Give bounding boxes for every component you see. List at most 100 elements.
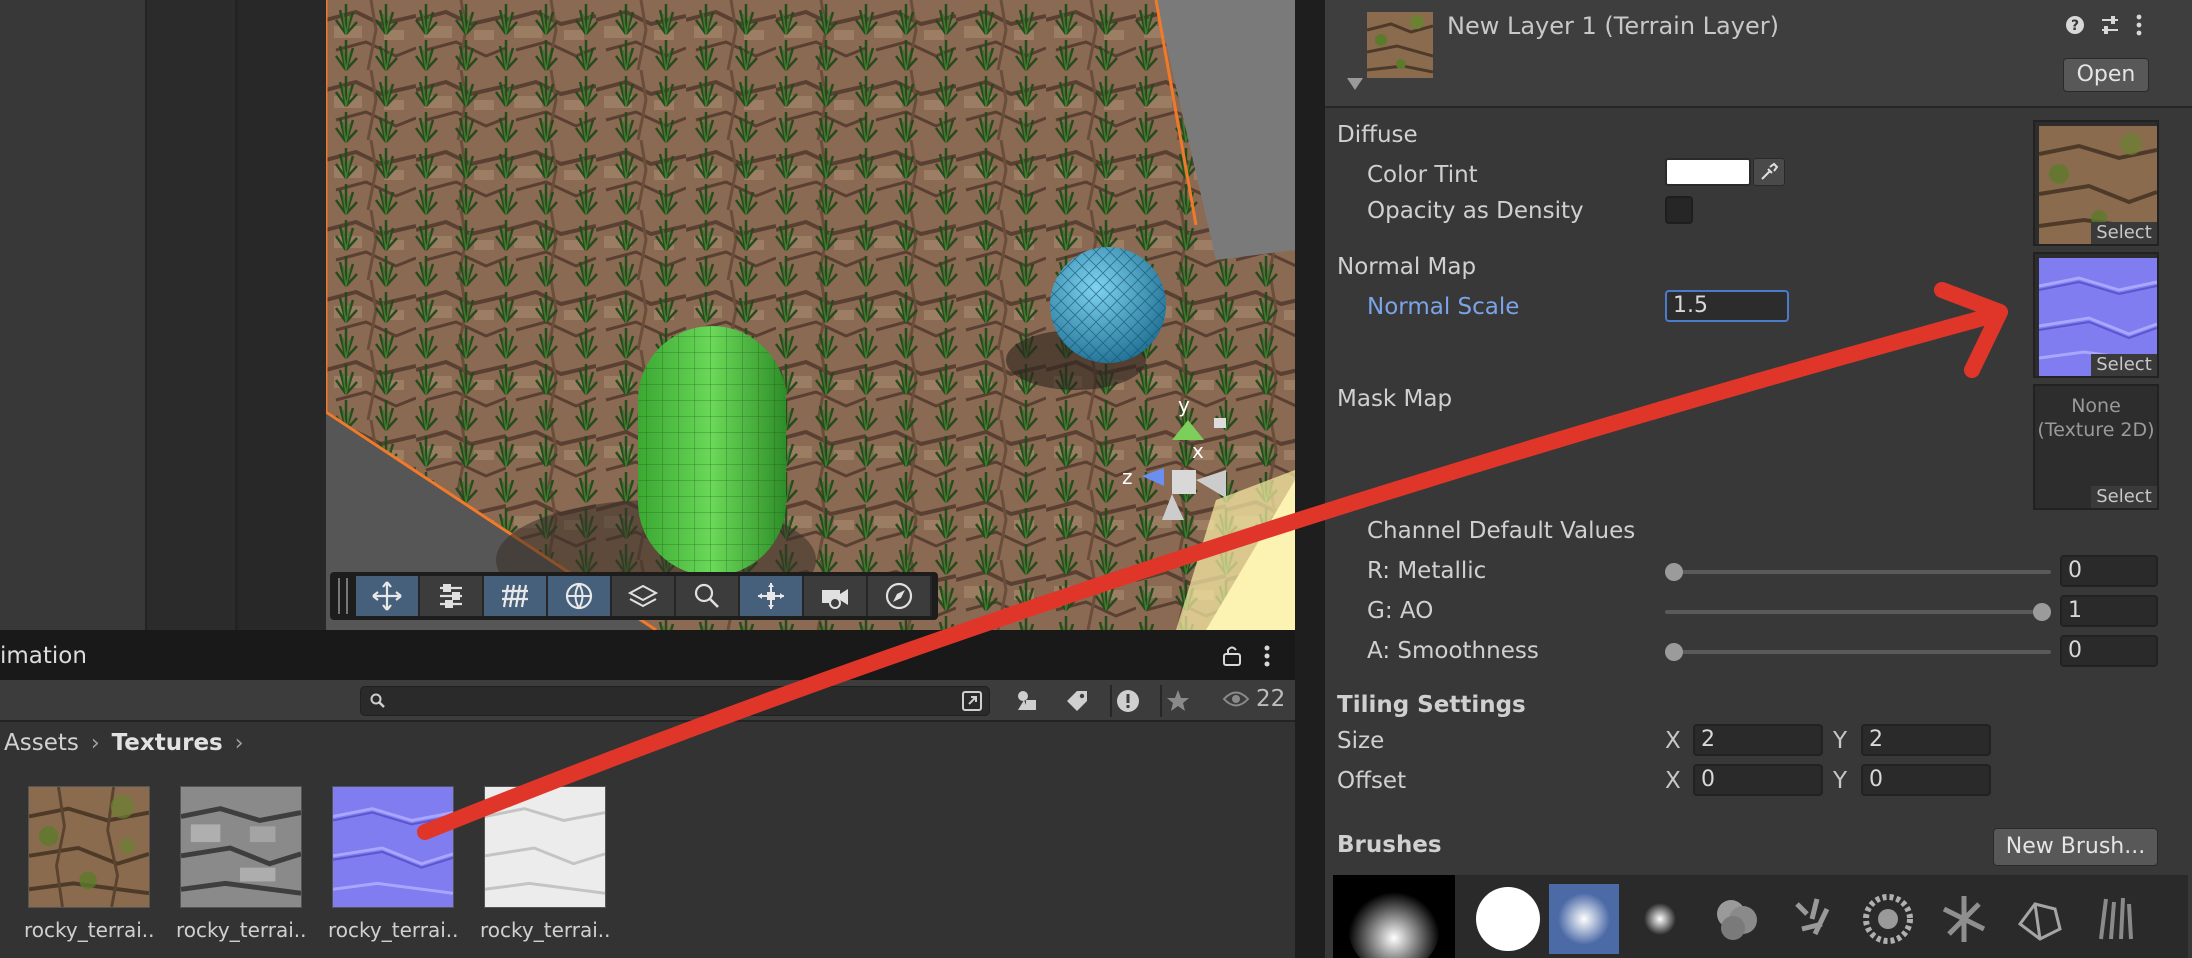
size-x-input[interactable]: 2 [1693,724,1823,756]
eyedropper-button[interactable] [1753,158,1785,186]
toolbar-grip-handle[interactable] [338,578,348,614]
offset-y-input[interactable]: 0 [1861,764,1991,796]
grass-detail-icon [502,584,528,608]
favorites-button[interactable] [1160,685,1194,717]
size-y-input[interactable]: 2 [1861,724,1991,756]
console-errors-button[interactable] [1110,685,1144,717]
globe-icon [565,582,593,610]
mask-none-label: None (Texture 2D) [2035,394,2157,442]
visible-count: 22 [1256,686,1286,712]
brush-cloud[interactable] [1701,884,1771,954]
collapse-arrow-icon[interactable] [1347,78,1363,90]
asset-item[interactable]: rocky_terrai... [24,786,154,942]
normal-map-section-label: Normal Map [1337,254,1477,280]
sliders-icon [440,584,462,608]
breadcrumb-textures[interactable]: Textures [112,730,223,756]
project-search-input[interactable] [360,686,990,716]
scene-render: y z x [326,0,1295,630]
diffuse-texture-slot[interactable]: Select [2033,120,2159,246]
paint-texture-button[interactable] [548,576,612,616]
chevron-right-icon: › [234,730,244,756]
open-button[interactable]: Open [2063,58,2149,92]
mask-texture-slot[interactable]: None (Texture 2D) Select [2033,384,2159,510]
transform-gizmo-button[interactable] [740,576,804,616]
diffuse-select-button[interactable]: Select [2091,222,2157,244]
texture-type-text: (Texture 2D) [2037,419,2155,441]
normal-scale-input[interactable]: 1.5 [1665,290,1789,322]
camera-icon [822,589,848,609]
filter-by-label-button[interactable] [1060,685,1094,717]
normal-texture-thumbnail [332,786,454,908]
asset-item[interactable]: rocky_terrai... [480,786,610,942]
brush-web[interactable] [2005,884,2075,954]
metallic-input[interactable]: 0 [2060,555,2158,587]
ao-slider[interactable] [1665,610,2051,614]
crosshair-icon [758,583,784,609]
layer-thumbnail [1367,12,1433,78]
smoothness-input[interactable]: 0 [2060,635,2158,667]
diffuse-section-label: Diffuse [1337,122,1418,148]
size-y-label: Y [1833,728,1848,754]
mask-map-section-label: Mask Map [1337,386,1453,412]
normal-texture-slot[interactable]: Select [2033,252,2159,378]
open-search-window-icon[interactable] [961,690,983,712]
asset-item[interactable]: rocky_terrai... [328,786,458,942]
smoothness-slider[interactable] [1665,650,2051,654]
more-options-icon[interactable] [1262,644,1272,668]
metallic-slider-knob[interactable] [1665,563,1683,581]
shapes-icon [1018,691,1036,710]
asset-label: rocky_terrai... [176,918,306,942]
brush-soft-round-selected[interactable] [1549,884,1619,954]
layers-button[interactable] [612,576,676,616]
new-brush-button[interactable]: New Brush... [1993,828,2158,866]
asset-label: rocky_terrai... [480,918,610,942]
camera-button[interactable] [804,576,868,616]
gizmo-z-label: z [1122,465,1133,489]
brush-noise[interactable] [1853,884,1923,954]
breadcrumb-assets[interactable]: Assets [4,730,79,756]
color-tint-swatch[interactable] [1665,158,1751,186]
lock-icon[interactable] [1222,644,1242,666]
color-tint-label: Color Tint [1367,162,1478,188]
size-x-label: X [1665,728,1681,754]
smoothness-label: A: Smoothness [1367,638,1539,664]
search-tool-button[interactable] [676,576,740,616]
normal-scale-label: Normal Scale [1367,294,1520,320]
opacity-density-label: Opacity as Density [1367,198,1584,224]
scene-view[interactable]: y z x [326,0,1295,630]
normal-select-button[interactable]: Select [2091,354,2157,376]
opacity-density-checkbox[interactable] [1665,196,1693,224]
paint-details-button[interactable] [484,576,548,616]
brush-splatter[interactable] [1929,884,1999,954]
magnifier-icon [694,583,719,608]
tag-icon [1067,691,1087,711]
more-options-icon[interactable] [2135,14,2143,36]
mask-select-button[interactable]: Select [2091,486,2157,508]
svg-text:?: ? [2071,18,2079,34]
ao-slider-knob[interactable] [2033,603,2051,621]
asset-item[interactable]: rocky_terrai... [176,786,306,942]
chevron-right-icon: › [90,730,100,756]
smoothness-slider-knob[interactable] [1665,643,1683,661]
move-arrows-icon [372,581,402,611]
layers-icon [627,584,659,608]
brush-scatter[interactable] [1777,884,1847,954]
offset-x-input[interactable]: 0 [1693,764,1823,796]
project-tab-label[interactable]: imation [0,643,87,669]
size-label: Size [1337,728,1385,754]
preset-icon[interactable] [2099,14,2121,36]
offset-x-label: X [1665,768,1681,794]
hidden-packages-toggle[interactable]: 22 [1222,686,1285,712]
inspector-panel: New Layer 1 (Terrain Layer) ? Open Diffu… [1325,0,2192,958]
filter-by-type-button[interactable] [1010,685,1044,717]
brush-streak[interactable] [2081,884,2151,954]
metallic-slider[interactable] [1665,570,2051,574]
brush-small-soft[interactable] [1625,884,1695,954]
ao-input[interactable]: 1 [2060,595,2158,627]
compass-button[interactable] [868,576,932,616]
terrain-settings-button[interactable] [420,576,484,616]
help-icon[interactable]: ? [2065,15,2085,35]
move-tool-button[interactable] [356,576,420,616]
brush-hard-round[interactable] [1473,884,1543,954]
gizmo-y-label: y [1178,393,1190,417]
